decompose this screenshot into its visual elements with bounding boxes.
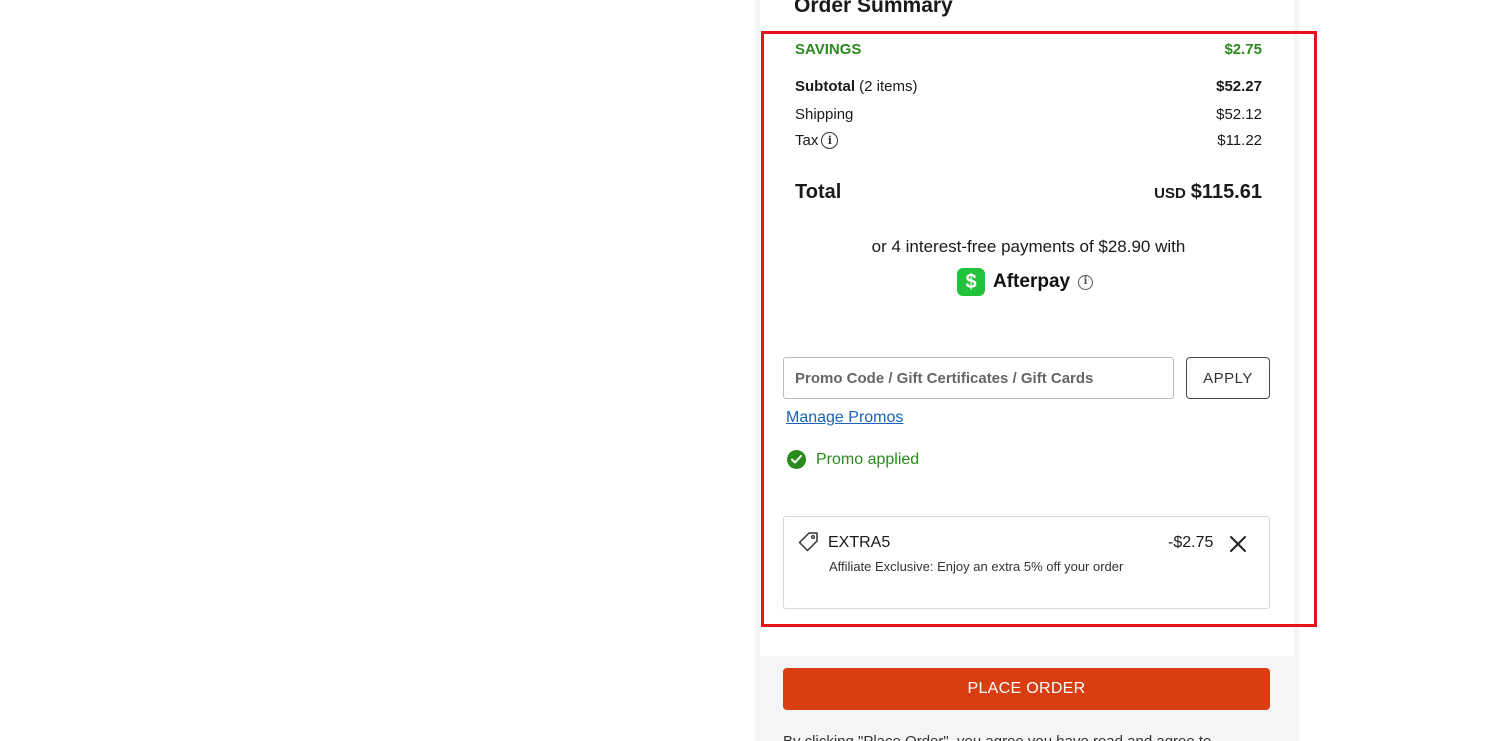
afterpay-info-icon[interactable]: i [1078,274,1094,290]
total-amount: USD $115.61 [1154,181,1262,204]
shipping-label: Shipping [795,106,854,123]
subtotal-label-group: Subtotal (2 items) [795,78,918,95]
tax-info-icon[interactable]: i [821,132,839,149]
promo-code-description: Affiliate Exclusive: Enjoy an extra 5% o… [829,559,1124,574]
subtotal-item-count: (2 items) [859,78,918,95]
total-label: Total [795,181,842,203]
total-currency: USD [1154,185,1186,202]
check-circle-icon [787,450,806,469]
applied-promo-card: EXTRA5 Affiliate Exclusive: Enjoy an ext… [783,516,1270,609]
tag-icon [798,531,820,558]
close-icon[interactable] [1228,534,1248,559]
tax-label-group: Tax i [795,132,839,149]
promo-applied-status: Promo applied [787,450,919,469]
order-summary-heading: Order Summary [794,0,953,17]
apply-promo-button[interactable]: APPLY [1186,357,1270,399]
savings-label: SAVINGS [795,41,862,58]
total-row: Total USD $115.61 [795,181,1262,204]
tax-row: Tax i $11.22 [795,132,1262,149]
shipping-row: Shipping $52.12 [795,106,1262,123]
tax-value: $11.22 [1217,132,1262,149]
subtotal-row: Subtotal (2 items) $52.27 [795,78,1262,95]
subtotal-value: $52.27 [1216,78,1262,95]
tax-label: Tax [795,132,819,149]
promo-code-name: EXTRA5 [828,534,891,551]
promo-applied-text: Promo applied [816,450,920,468]
afterpay-brand: $ Afterpay i [957,268,1094,296]
shipping-value: $52.12 [1216,106,1262,123]
promo-code-input[interactable] [783,357,1174,399]
promo-discount-amount: -$2.75 [1168,534,1214,551]
afterpay-installments-text: or 4 interest-free payments of $28.90 wi… [871,237,1186,256]
subtotal-label: Subtotal [795,78,855,95]
terms-disclaimer: By clicking "Place Order", you agree you… [783,733,1211,741]
manage-promos-link[interactable]: Manage Promos [786,409,903,427]
total-value: $115.61 [1190,181,1262,203]
afterpay-name: Afterpay [993,271,1071,292]
savings-value: $2.75 [1224,41,1262,58]
afterpay-logo-icon: $ [957,268,985,296]
savings-row: SAVINGS $2.75 [795,41,1262,58]
place-order-button[interactable]: PLACE ORDER [783,668,1270,710]
